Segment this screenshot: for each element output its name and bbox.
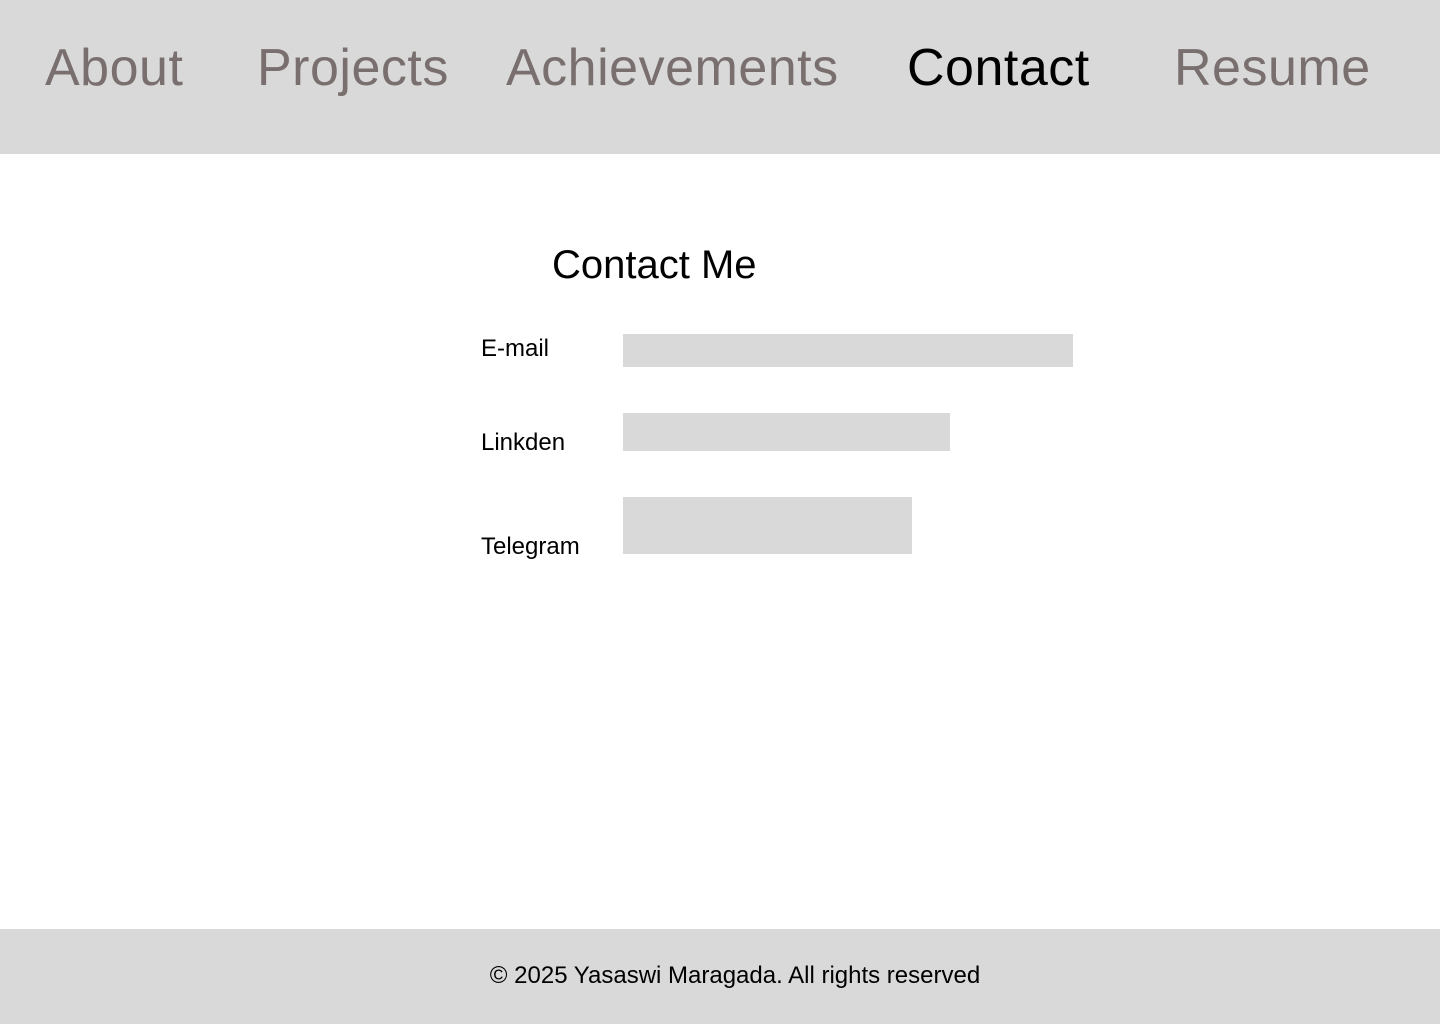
linkedin-field[interactable] (623, 413, 950, 451)
copyright-text: © 2025 Yasaswi Maragada. All rights rese… (489, 962, 981, 989)
top-navigation-bar: About Projects Achievements Contact Resu… (0, 0, 1440, 154)
telegram-field[interactable] (623, 497, 912, 554)
linkedin-label: Linkden (481, 429, 566, 456)
nav-item-projects[interactable]: Projects (257, 38, 449, 98)
nav-item-achievements[interactable]: Achievements (506, 38, 839, 98)
page-title: Contact Me (552, 243, 757, 287)
nav-item-resume[interactable]: Resume (1174, 38, 1371, 98)
nav-item-about[interactable]: About (45, 38, 183, 98)
nav-item-contact[interactable]: Contact (907, 38, 1090, 98)
email-field[interactable] (623, 334, 1073, 367)
footer: © 2025 Yasaswi Maragada. All rights rese… (0, 929, 1440, 1024)
telegram-label: Telegram (481, 533, 580, 560)
email-label: E-mail (481, 335, 550, 362)
